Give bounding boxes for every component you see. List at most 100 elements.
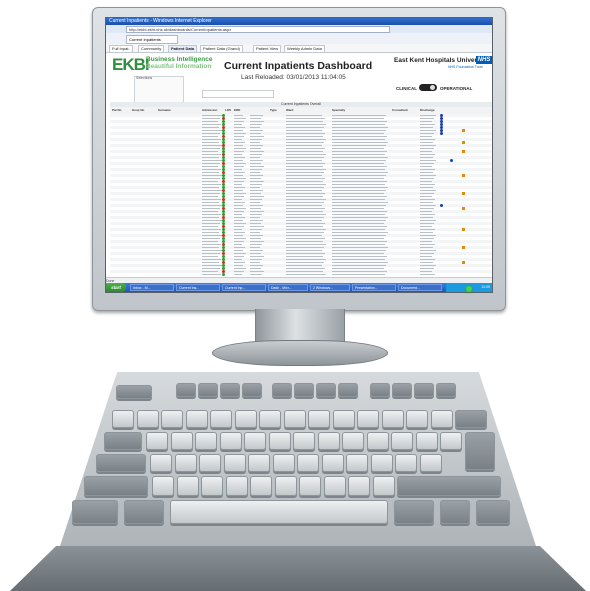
tab-weekly-admin[interactable]: Weekly Admin Data [284,45,325,53]
col-edd[interactable]: EDD [234,108,240,112]
keyboard-key[interactable] [430,410,453,428]
keyboard-key[interactable] [465,432,495,470]
keyboard-key[interactable] [293,432,315,450]
keyboard-key[interactable] [366,432,389,450]
keyboard-key[interactable] [259,410,281,428]
browser-tab[interactable]: Current Inpatients [126,35,178,44]
col-specialty[interactable]: Specialty [332,108,345,112]
keyboard-key[interactable] [268,432,291,450]
keyboard-key[interactable] [198,383,218,397]
keyboard-key[interactable] [321,454,344,472]
keyboard-key[interactable] [116,385,152,399]
keyboard-key[interactable] [414,383,434,397]
keyboard-key[interactable] [338,383,358,397]
col-type[interactable]: Type [270,108,277,112]
task-presentation[interactable]: Presentation... [352,284,396,291]
keyboard-key[interactable] [316,383,336,397]
keyboard-key[interactable] [104,432,142,450]
keyboard-key[interactable] [242,383,262,397]
keyboard-key[interactable] [317,432,340,450]
tab-full-inpat[interactable]: Full Inpat. [109,45,133,53]
col-surname[interactable]: Surname [158,108,171,112]
keyboard-key[interactable] [174,454,197,472]
task-windows[interactable]: 2 Windows... [310,284,350,291]
keyboard-key[interactable] [225,476,248,496]
keyboard-key[interactable] [250,476,272,496]
col-discharge[interactable]: Discharge [420,108,435,112]
keyboard-key[interactable] [419,454,442,472]
tab-patient-data-grand[interactable]: Patient Data (Grand) [200,45,243,53]
keyboard-key[interactable] [415,432,438,450]
keyboard-key[interactable] [342,432,364,450]
keyboard-key[interactable] [201,476,223,496]
keyboard-key[interactable] [272,383,292,397]
tab-community[interactable]: Community [138,45,165,53]
keyboard-key[interactable] [370,383,390,397]
keyboard-key[interactable] [220,383,240,397]
keyboard-key[interactable] [299,476,321,496]
keyboard-key[interactable] [283,410,306,428]
keyboard-key[interactable] [170,432,193,450]
keyboard-key[interactable] [195,432,217,450]
keyboard-key[interactable] [150,454,172,472]
keyboard-key[interactable] [397,476,501,496]
keyboard-key[interactable] [210,410,232,428]
keyboard-key[interactable] [440,500,470,524]
keyboard-key[interactable] [176,383,196,397]
keyboard-key[interactable] [234,410,257,428]
keyboard-key[interactable] [294,383,314,397]
keyboard-key[interactable] [244,432,266,450]
keyboard-key[interactable] [455,410,487,428]
keyboard-key[interactable] [394,500,434,524]
keyboard-key[interactable] [223,454,246,472]
keyboard-key[interactable] [248,454,270,472]
keyboard-key[interactable] [392,383,412,397]
search-input[interactable] [202,90,274,98]
keyboard-key[interactable] [395,454,417,472]
keyboard-key[interactable] [199,454,221,472]
keyboard-key[interactable] [346,454,368,472]
keyboard-key[interactable] [323,476,346,496]
keyboard-key[interactable] [152,476,174,496]
start-button[interactable]: start [106,283,126,292]
selection-filter-box[interactable] [134,76,184,104]
keyboard-key[interactable] [146,432,168,450]
keyboard-key[interactable] [72,500,118,524]
keyboard-key[interactable] [476,500,510,524]
col-pat-no[interactable]: Pat No [112,108,122,112]
task-dash[interactable]: Dash - Micr... [268,284,308,291]
col-ward[interactable]: Ward [286,108,293,112]
keyboard-key[interactable] [112,410,134,428]
tab-patient-view[interactable]: Patient View [253,45,282,53]
task-document[interactable]: Document... [398,284,442,291]
keyboard-key[interactable] [357,410,379,428]
keyboard-key[interactable] [161,410,183,428]
url-field[interactable]: http://ekbi.ekht.nhs.uk/dashboards/Curre… [126,26,390,33]
keyboard-key[interactable] [381,410,404,428]
keyboard-key[interactable] [176,476,199,496]
keyboard-key[interactable] [272,454,295,472]
col-consultant[interactable]: Consultant [392,108,408,112]
keyboard-key[interactable] [348,476,370,496]
task-current-2[interactable]: Current Inp... [222,284,266,291]
keyboard-key[interactable] [170,500,388,524]
keyboard-key[interactable] [406,410,428,428]
col-hosp-no[interactable]: Hosp No [132,108,144,112]
keyboard-key[interactable] [308,410,330,428]
keyboard-key[interactable] [436,383,456,397]
col-los[interactable]: LOS [225,108,231,112]
col-admission[interactable]: Admission [202,108,217,112]
keyboard-key[interactable] [96,454,146,472]
keyboard-key[interactable] [185,410,208,428]
keyboard-key[interactable] [440,432,462,450]
keyboard-key[interactable] [372,476,395,496]
tab-patient-data[interactable]: Patient Data [168,45,198,53]
keyboard-key[interactable] [370,454,393,472]
keyboard-key[interactable] [332,410,355,428]
keyboard-key[interactable] [297,454,319,472]
task-current-1[interactable]: Current Ins... [176,284,220,291]
keyboard-key[interactable] [136,410,159,428]
keyboard-key[interactable] [274,476,297,496]
keyboard-key[interactable] [391,432,413,450]
table-row[interactable] [110,273,492,276]
